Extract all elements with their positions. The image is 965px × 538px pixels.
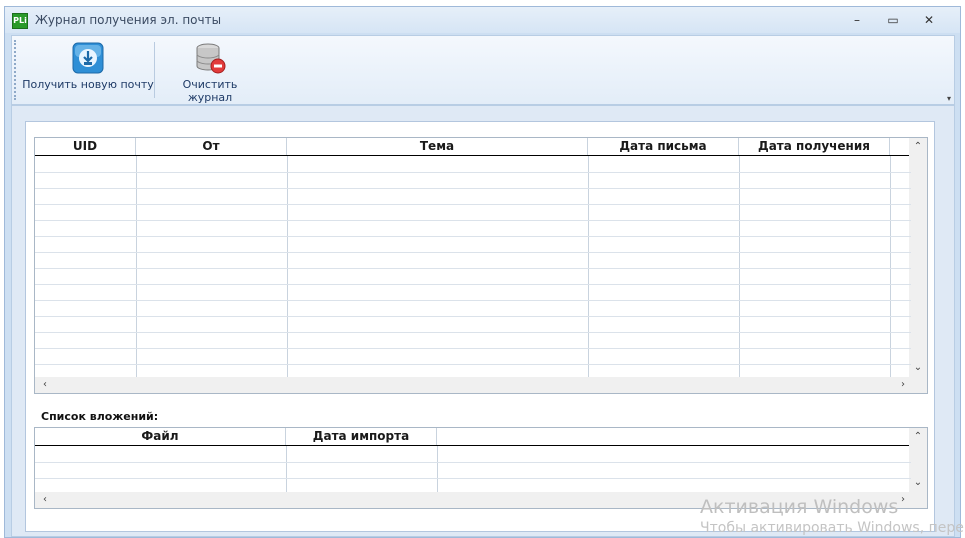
- clear-log-button[interactable]: Очистить журнал: [160, 38, 260, 104]
- clear-log-label: Очистить журнал: [182, 78, 238, 104]
- mail-grid-horizontal-scrollbar[interactable]: ‹ ›: [35, 377, 927, 393]
- attachments-label: Список вложений:: [41, 410, 159, 423]
- empty-table-row: [35, 204, 911, 205]
- attachments-grid-header: Файл Дата импорта: [35, 428, 911, 446]
- ribbon-separator: [154, 42, 155, 98]
- grid-column-divider: [437, 446, 438, 492]
- title-bar[interactable]: PLi Журнал получения эл. почты – ▭ ✕: [5, 7, 960, 33]
- content-panel: UID От Тема Дата письма Дата получения ⌃…: [25, 121, 935, 532]
- scroll-left-arrow[interactable]: ‹: [37, 492, 53, 508]
- mail-grid-vertical-scrollbar[interactable]: ⌃ ⌄: [909, 138, 927, 377]
- grid-column-divider: [286, 446, 287, 492]
- empty-table-row: [35, 268, 911, 269]
- get-new-mail-label: Получить новую почту: [22, 78, 154, 91]
- app-icon: PLi: [12, 13, 28, 29]
- scroll-down-arrow[interactable]: ⌄: [910, 475, 926, 491]
- get-new-mail-button[interactable]: Получить новую почту: [22, 38, 154, 100]
- close-button[interactable]: ✕: [915, 11, 943, 29]
- mail-log-window: PLi Журнал получения эл. почты – ▭ ✕ Пол…: [4, 6, 961, 538]
- empty-table-row: [35, 188, 911, 189]
- scroll-up-arrow[interactable]: ⌃: [910, 429, 926, 445]
- empty-table-row: [35, 478, 911, 479]
- column-header-received-date[interactable]: Дата получения: [739, 138, 890, 155]
- database-delete-icon: [194, 42, 226, 74]
- column-header-uid[interactable]: UID: [35, 138, 136, 155]
- empty-table-row: [35, 348, 911, 349]
- empty-table-row: [35, 462, 911, 463]
- window-title: Журнал получения эл. почты: [35, 13, 222, 27]
- empty-table-row: [35, 300, 911, 301]
- empty-table-row: [35, 236, 911, 237]
- grid-column-divider: [588, 156, 589, 377]
- column-header-mail-date[interactable]: Дата письма: [588, 138, 739, 155]
- ribbon-menu-button[interactable]: ▾: [947, 94, 951, 103]
- scroll-down-arrow[interactable]: ⌄: [910, 360, 926, 376]
- grid-column-divider: [890, 156, 891, 377]
- empty-table-row: [35, 332, 911, 333]
- column-header-import-date[interactable]: Дата импорта: [286, 428, 437, 445]
- empty-table-row: [35, 172, 911, 173]
- toolbar-grip[interactable]: [14, 40, 18, 100]
- maximize-button[interactable]: ▭: [879, 11, 907, 29]
- ribbon-toolbar: Получить новую почту Очистить журнал ▾: [11, 35, 955, 105]
- mail-grid-header: UID От Тема Дата письма Дата получения: [35, 138, 911, 156]
- minimize-button[interactable]: –: [843, 11, 871, 29]
- column-header-file[interactable]: Файл: [35, 428, 286, 445]
- column-header-from[interactable]: От: [136, 138, 287, 155]
- attachments-vertical-scrollbar[interactable]: ⌃ ⌄: [909, 428, 927, 492]
- content-area: UID От Тема Дата письма Дата получения ⌃…: [11, 105, 955, 537]
- grid-column-divider: [739, 156, 740, 377]
- scroll-right-arrow[interactable]: ›: [895, 377, 911, 393]
- mail-download-icon: [72, 42, 104, 74]
- empty-table-row: [35, 364, 911, 365]
- activation-watermark-title: Активация Windows: [700, 496, 899, 518]
- column-header-subject[interactable]: Тема: [287, 138, 588, 155]
- grid-column-divider: [136, 156, 137, 377]
- grid-column-divider: [287, 156, 288, 377]
- activation-watermark-subtitle: Чтобы активировать Windows, перейд: [700, 520, 965, 536]
- empty-table-row: [35, 220, 911, 221]
- empty-table-row: [35, 284, 911, 285]
- mail-grid[interactable]: UID От Тема Дата письма Дата получения ⌃…: [34, 137, 928, 394]
- empty-table-row: [35, 316, 911, 317]
- scroll-left-arrow[interactable]: ‹: [37, 377, 53, 393]
- scroll-up-arrow[interactable]: ⌃: [910, 139, 926, 155]
- empty-table-row: [35, 252, 911, 253]
